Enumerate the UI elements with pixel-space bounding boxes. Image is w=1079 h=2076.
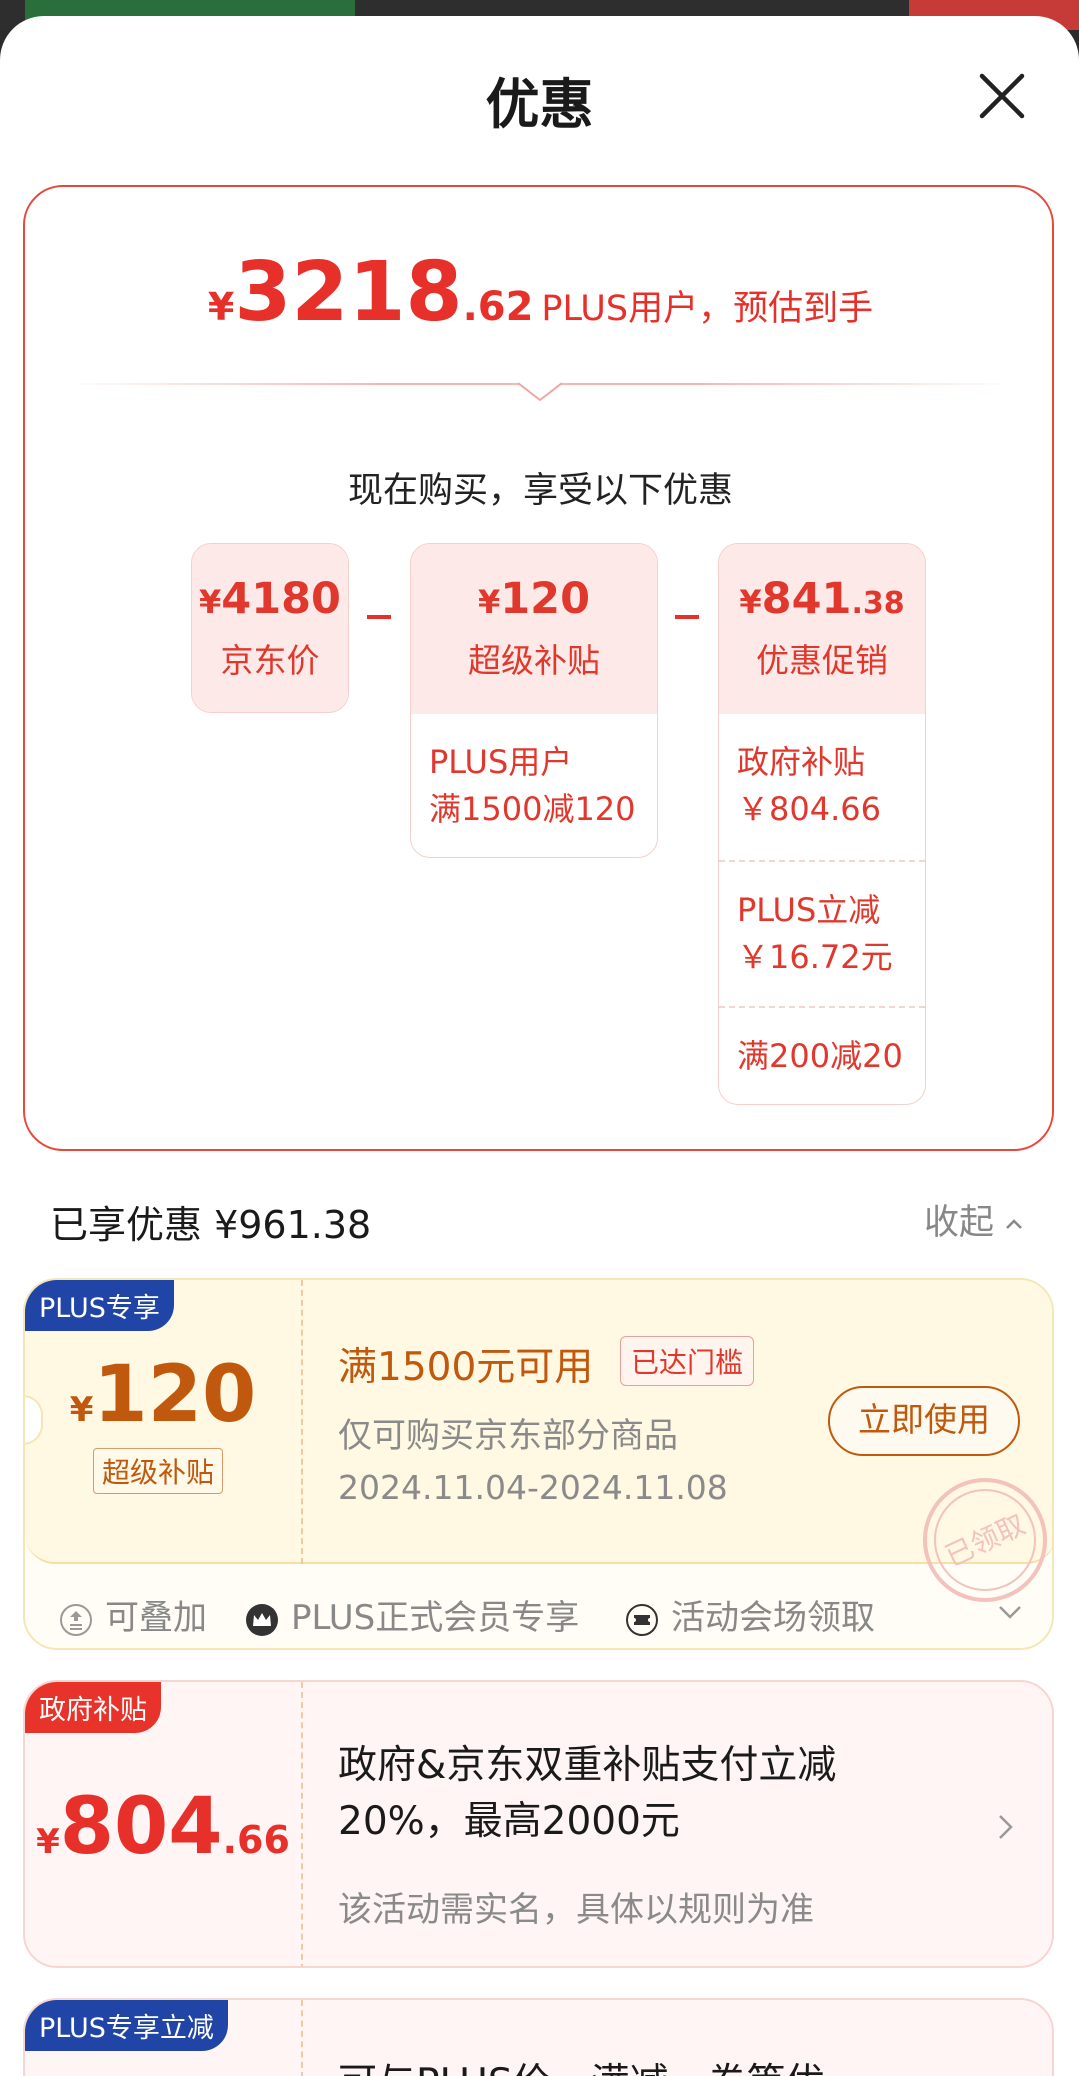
coupon-tag: PLUS专享立减 — [25, 2000, 228, 2051]
breakdown-value: ¥841.38 — [739, 574, 905, 624]
coupon-divider — [301, 1280, 303, 1564]
collapse-label: 收起 — [924, 1203, 995, 1243]
ticket-icon — [626, 1603, 658, 1636]
breakdown-item: 政府补贴 ￥804.66 — [737, 743, 881, 828]
chevron-down-icon[interactable] — [997, 1602, 1023, 1622]
currency-symbol: ¥ — [207, 285, 235, 329]
estimated-price: ¥3218.62 PLUS用户，预估到手 — [25, 245, 1056, 340]
breakdown-jd-price: ¥4180 京东价 — [191, 543, 349, 713]
coupon-main: ¥120 超级补贴 满1500元可用 已达门槛 仅可购买京东部分商品 2024.… — [25, 1280, 1052, 1602]
chevron-right-icon — [999, 1815, 1013, 1839]
breakdown-promotions: ¥841.38 优惠促销 政府补贴 ￥804.66 PLUS立减 ￥16.72元… — [718, 543, 926, 1105]
coupon-sub-label: 超级补贴 — [93, 1448, 224, 1494]
coupon-amount: ¥120 — [69, 1350, 257, 1440]
breakdown-item: PLUS立减 ￥16.72元 — [719, 860, 925, 1006]
breakdown-value: ¥120 — [477, 574, 591, 624]
summary-subtitle: 现在购买，享受以下优惠 — [347, 471, 733, 511]
price-integer: 3218 — [234, 245, 463, 340]
threshold-badge: 已达门槛 — [620, 1336, 755, 1386]
feature-plus-member: PLUS正式会员专享 — [245, 1590, 579, 1639]
coupon-amount: ¥804.66 — [36, 1782, 290, 1872]
breakdown-value: ¥4180 — [199, 574, 341, 624]
coupon-divider — [301, 1682, 303, 1966]
price-note: PLUS用户，预估到手 — [541, 289, 874, 329]
coupon-card-plus-discount[interactable]: 可与PLUS价、满减、券等优 PLUS专享立减 — [23, 1998, 1054, 2076]
use-now-button[interactable]: 立即使用 — [828, 1386, 1020, 1456]
discount-bottom-sheet: 优惠 ¥3218.62 PLUS用户，预估到手 现在购买，享受以下优惠 ¥4180… — [0, 16, 1079, 2076]
svg-text:已领取: 已领取 — [940, 1508, 1030, 1573]
price-decimal: .62 — [462, 284, 534, 330]
breakdown-item: 满200减20 — [719, 1006, 925, 1080]
coupon-tag: PLUS专享 — [25, 1280, 174, 1331]
enjoyed-discount-total: 已享优惠 ¥961.38 — [50, 1203, 372, 1247]
sheet-title: 优惠 — [485, 73, 594, 136]
coupon-title: 政府&京东双重补贴支付立减20%，最高2000元 — [338, 1743, 837, 1844]
breakdown-label: 超级补贴 — [468, 641, 600, 680]
feature-stackable: 可叠加 — [59, 1590, 207, 1639]
breakdown-item: PLUS用户 满1500减120 — [429, 743, 636, 828]
coupon-features: 可叠加 PLUS正式会员专享 活动会场领取 — [25, 1576, 1052, 1646]
coupon-description: 仅可购买京东部分商品 — [338, 1416, 678, 1456]
close-icon[interactable] — [972, 66, 1032, 126]
stack-icon — [60, 1603, 92, 1636]
coupon-title: 可与PLUS价、满减、券等优 — [338, 2052, 825, 2076]
coupon-card-gov-subsidy[interactable]: ¥804.66 政府&京东双重补贴支付立减20%，最高2000元 该活动需实名，… — [23, 1680, 1054, 1968]
coupon-note: 该活动需实名，具体以规则为准 — [338, 1890, 814, 1930]
coupon-condition: 满1500元可用 — [338, 1345, 594, 1390]
breakdown-label: 优惠促销 — [756, 641, 888, 680]
minus-sign — [675, 615, 699, 619]
feature-venue-claim: 活动会场领取 — [625, 1590, 875, 1639]
coupon-tag: 政府补贴 — [25, 1682, 161, 1733]
chevron-up-icon — [1006, 1219, 1022, 1229]
price-summary-panel: ¥3218.62 PLUS用户，预估到手 现在购买，享受以下优惠 ¥4180 京东… — [23, 185, 1054, 1151]
coupon-divider — [301, 2000, 303, 2076]
breakdown-super-subsidy: ¥120 超级补贴 PLUS用户 满1500减120 — [410, 543, 658, 858]
collapse-toggle[interactable]: 收起 — [924, 1194, 1024, 1245]
crown-icon — [246, 1603, 278, 1636]
breakdown-label: 京东价 — [220, 641, 320, 680]
minus-sign — [367, 615, 391, 619]
coupon-validity-date: 2024.11.04-2024.11.08 — [338, 1468, 728, 1507]
divider-notch — [518, 372, 562, 402]
coupon-card-plus: ¥120 超级补贴 满1500元可用 已达门槛 仅可购买京东部分商品 2024.… — [23, 1278, 1054, 1650]
